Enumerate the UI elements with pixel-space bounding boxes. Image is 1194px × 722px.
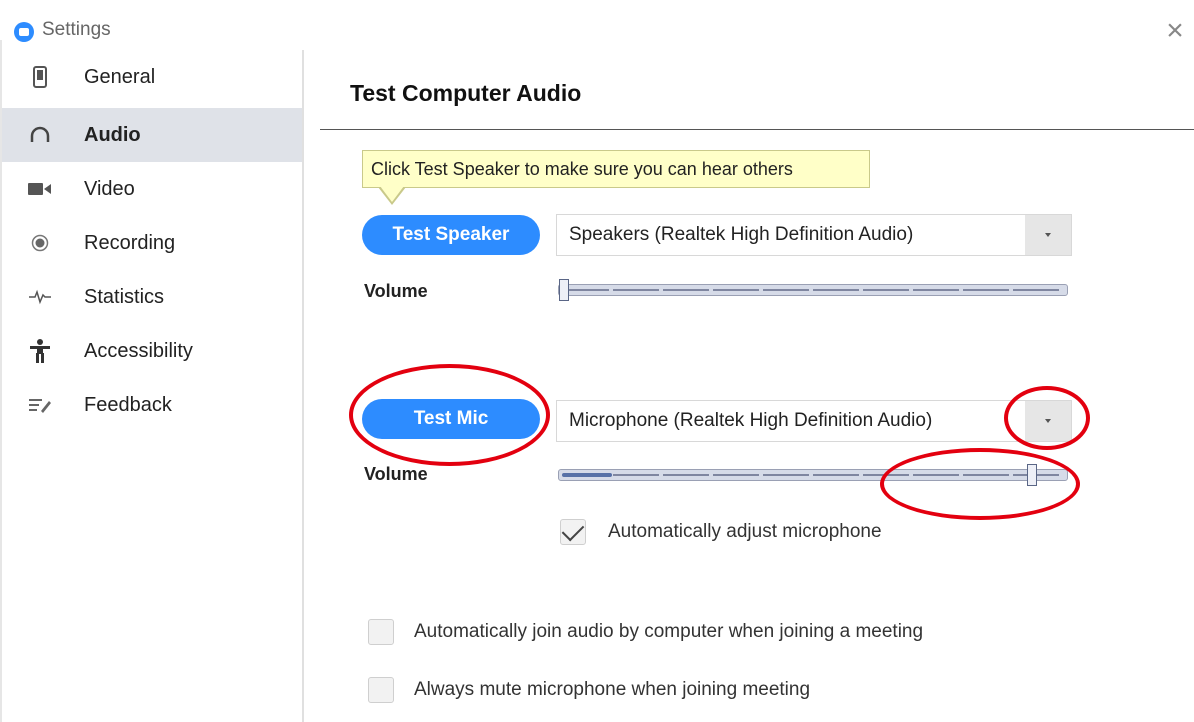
- close-button[interactable]: ×: [1160, 14, 1190, 48]
- phone-icon: [26, 64, 54, 90]
- sidebar-item-video[interactable]: Video: [2, 162, 302, 216]
- sidebar-divider: [302, 50, 304, 722]
- sidebar-item-label: General: [84, 66, 156, 88]
- slider-track-ticks: [563, 289, 1063, 291]
- sidebar-item-label: Feedback: [84, 394, 172, 416]
- page-title: Test Computer Audio: [350, 80, 582, 106]
- tooltip-arrow-fill: [380, 186, 404, 202]
- accessibility-icon: [26, 338, 54, 364]
- speaker-volume-slider[interactable]: [558, 279, 1068, 301]
- speaker-select-value: Speakers (Realtek High Definition Audio): [569, 224, 914, 245]
- mic-input-level: [562, 473, 612, 477]
- zoom-app-icon: [14, 22, 34, 42]
- always-mute-mic-checkbox[interactable]: [368, 677, 394, 703]
- annotation-ellipse-mic-dropdown: [1004, 386, 1090, 450]
- sidebar-item-accessibility[interactable]: Accessibility: [2, 324, 302, 378]
- mic-volume-label: Volume: [364, 464, 428, 484]
- video-camera-icon: [26, 176, 54, 202]
- annotation-ellipse-test-mic: [349, 364, 550, 466]
- always-mute-mic-label: Always mute microphone when joining meet…: [414, 679, 811, 700]
- chevron-down-icon[interactable]: [1025, 215, 1071, 255]
- sidebar-item-label: Audio: [84, 124, 141, 146]
- speaker-select[interactable]: Speakers (Realtek High Definition Audio): [556, 214, 1072, 256]
- sidebar-item-general[interactable]: General: [2, 50, 302, 104]
- speaker-volume-label: Volume: [364, 281, 428, 301]
- test-speaker-tooltip: Click Test Speaker to make sure you can …: [362, 150, 870, 188]
- sidebar-item-label: Recording: [84, 232, 176, 254]
- test-speaker-button[interactable]: Test Speaker: [362, 215, 540, 255]
- annotation-ellipse-mic-volume: [880, 448, 1080, 520]
- auto-adjust-mic-checkbox[interactable]: [560, 518, 586, 545]
- window-title: Settings: [42, 19, 111, 40]
- auto-join-audio-label: Automatically join audio by computer whe…: [414, 621, 924, 642]
- checkmark-icon: [561, 518, 585, 541]
- speaker-volume-thumb[interactable]: [559, 279, 569, 301]
- auto-join-audio-checkbox[interactable]: [368, 619, 394, 645]
- sidebar-item-label: Statistics: [84, 286, 165, 308]
- sidebar-item-feedback[interactable]: Feedback: [2, 378, 302, 432]
- microphone-select-value: Microphone (Realtek High Definition Audi…: [569, 410, 933, 431]
- auto-adjust-mic-label: Automatically adjust microphone: [608, 521, 882, 542]
- record-icon: [26, 230, 54, 256]
- pulse-icon: [26, 284, 54, 310]
- sidebar-item-label: Video: [84, 178, 135, 200]
- feedback-icon: [26, 392, 54, 418]
- microphone-select[interactable]: Microphone (Realtek High Definition Audi…: [556, 400, 1072, 442]
- sidebar: General Audio Video Recording Statistics…: [2, 50, 302, 722]
- header-divider: [320, 129, 1194, 130]
- sidebar-item-recording[interactable]: Recording: [2, 216, 302, 270]
- sidebar-item-statistics[interactable]: Statistics: [2, 270, 302, 324]
- sidebar-item-audio[interactable]: Audio: [2, 108, 302, 162]
- headphones-icon: [26, 122, 54, 148]
- sidebar-item-label: Accessibility: [84, 340, 193, 362]
